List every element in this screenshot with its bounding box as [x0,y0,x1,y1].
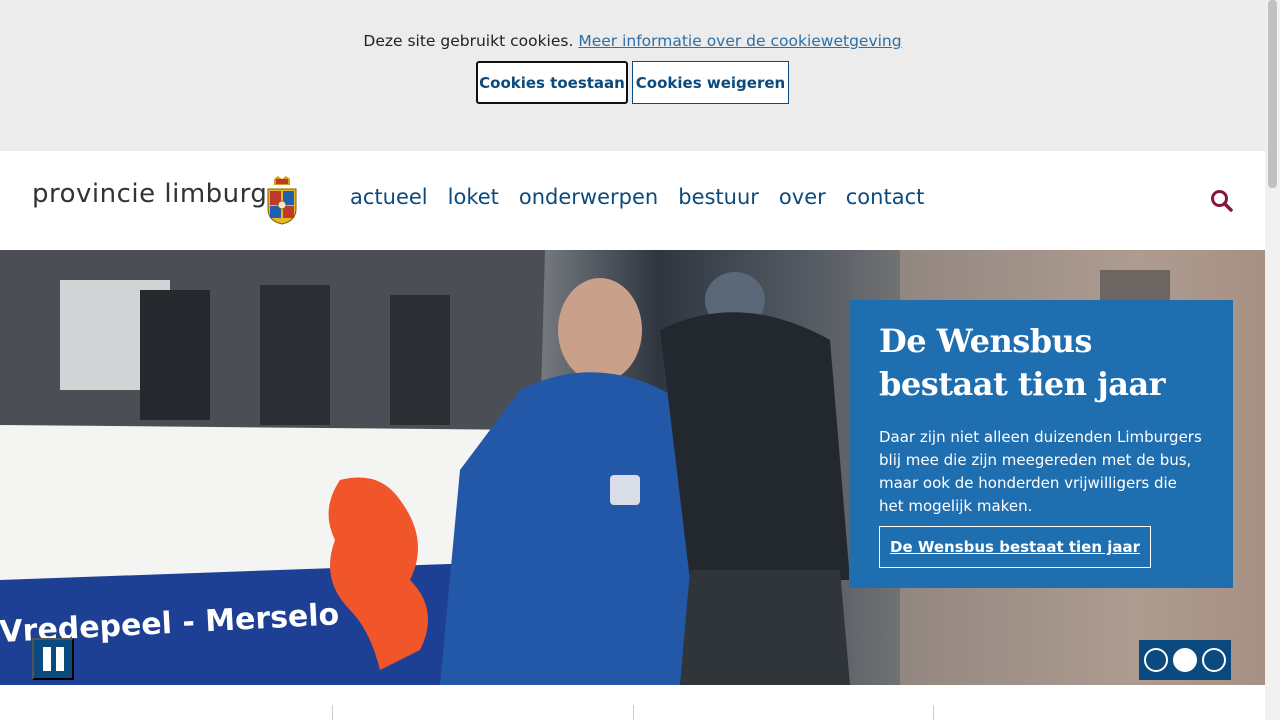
search-icon[interactable] [1210,189,1234,213]
hero-title: De Wensbus bestaat tien jaar [879,322,1166,403]
site-header: provincie limburg actueel loket onderwer… [0,151,1265,250]
hero-card: De Wensbus bestaat tien jaar Daar zijn n… [849,300,1233,588]
quick-link-tile[interactable] [33,705,334,720]
nav-item-loket[interactable]: loket [448,185,499,209]
pause-slider-button[interactable] [32,638,74,680]
pause-icon [42,647,51,671]
quick-link-tile[interactable] [934,705,1233,720]
nav-item-bestuur[interactable]: bestuur [678,185,759,209]
nav-item-contact[interactable]: contact [846,185,925,209]
scrollbar-thumb[interactable] [1268,0,1277,188]
nav-item-over[interactable]: over [779,185,826,209]
main-nav: actueel loket onderwerpen bestuur over c… [350,185,924,209]
quick-link-tile[interactable] [634,705,934,720]
cookie-info-link[interactable]: Meer informatie over de cookiewetgeving [578,32,901,50]
hero-cta-button[interactable]: De Wensbus bestaat tien jaar [879,526,1152,568]
cookie-message: Deze site gebruikt cookies. Meer informa… [0,32,1265,50]
slide-dot-1[interactable] [1144,648,1168,672]
nav-item-actueel[interactable]: actueel [350,185,428,209]
hero-description: Daar zijn niet alleen duizenden Limburge… [879,428,1202,515]
cookie-message-text: Deze site gebruikt cookies. [363,32,574,50]
quick-link-tile[interactable] [333,705,634,720]
site-logo-text[interactable]: provincie limburg [32,179,267,209]
slide-dot-3[interactable] [1202,648,1226,672]
cookie-bar: Deze site gebruikt cookies. Meer informa… [0,0,1265,151]
nav-item-onderwerpen[interactable]: onderwerpen [519,185,658,209]
hero-slider: Vredepeel - Merselo De Wensbus bestaat t… [0,250,1265,685]
coat-of-arms-icon[interactable] [266,175,298,229]
refuse-cookies-button[interactable]: Cookies weigeren [632,61,789,104]
pause-icon-bar [55,647,64,671]
slider-pagination [1139,640,1231,680]
quick-links-panel [33,685,1233,720]
slide-dot-2-active[interactable] [1173,648,1197,672]
accept-cookies-button[interactable]: Cookies toestaan [476,61,628,104]
